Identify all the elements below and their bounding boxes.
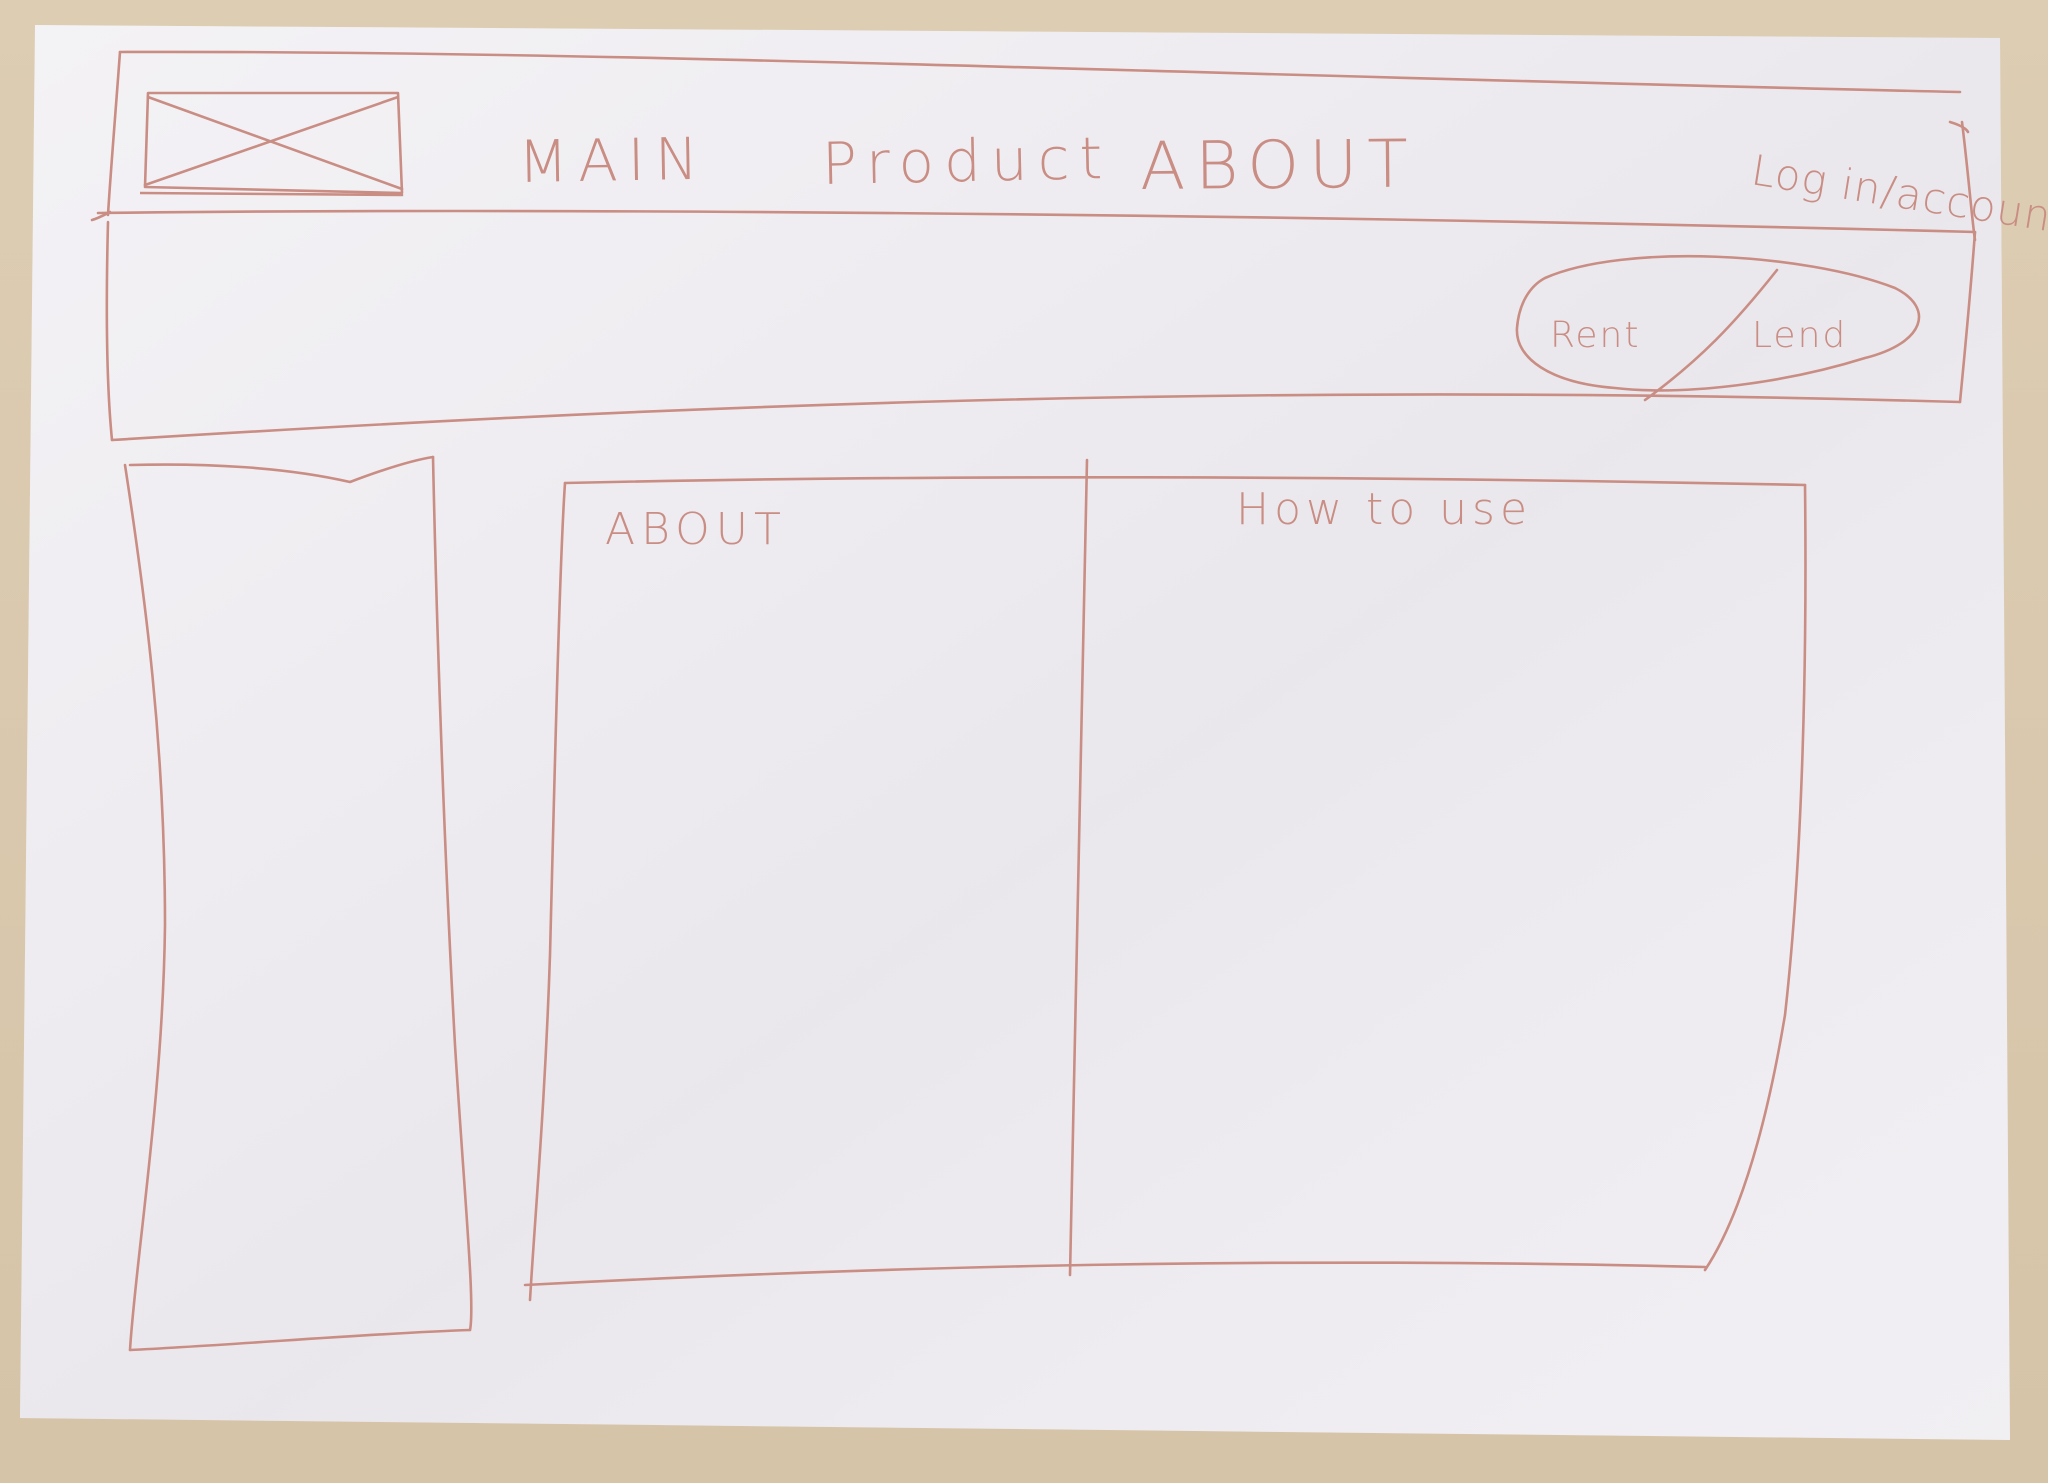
about-section-title: ABOUT [605,504,787,555]
rent-option[interactable]: Rent [1550,315,1640,356]
sidebar-panel [123,455,473,1352]
how-to-use-section-title: How to use [1236,484,1533,535]
lend-option[interactable]: Lend [1752,315,1847,356]
nav-main[interactable]: MAIN [517,125,708,196]
logo-placeholder-icon [140,91,404,197]
nav-product[interactable]: Product [821,124,1113,198]
nav-about[interactable]: ABOUT [1140,126,1418,205]
content-card [523,458,1807,1302]
